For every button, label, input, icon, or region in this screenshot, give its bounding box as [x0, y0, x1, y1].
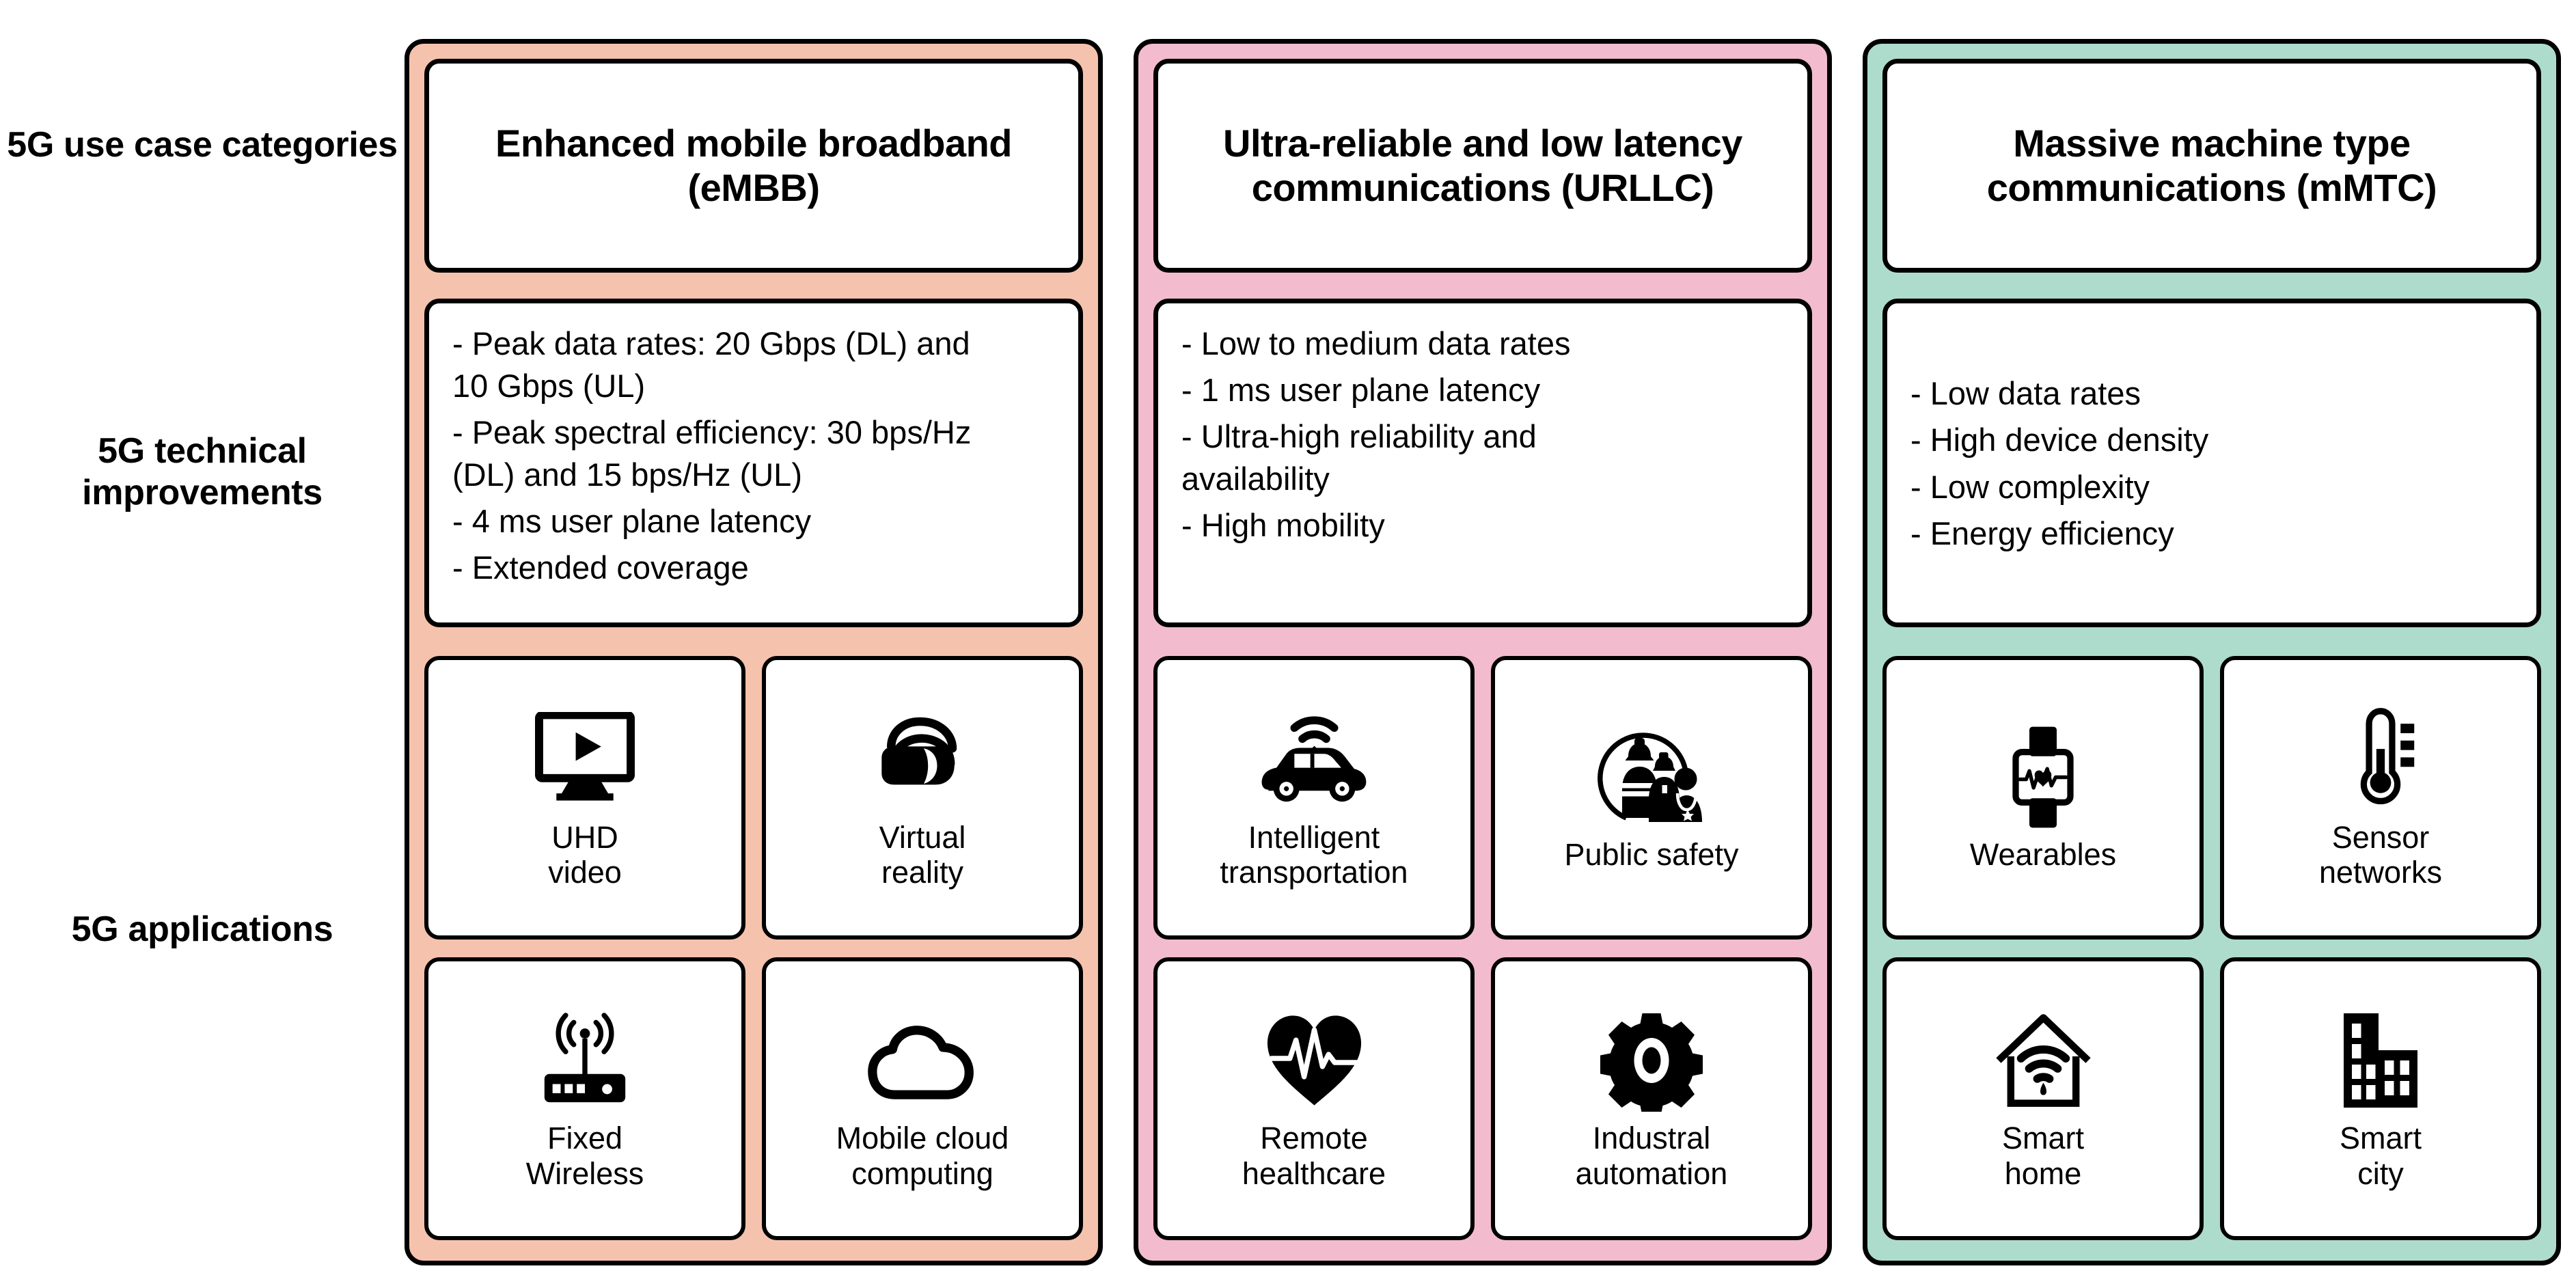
panel-urllc: Ultra-reliable and low latency communica… [1134, 39, 1832, 1265]
app-card-mobile-cloud-computing[interactable]: Mobile cloud computing [762, 957, 1083, 1240]
tech-improvements-embb: - Peak data rates: 20 Gbps (DL) and 10 G… [424, 299, 1083, 627]
app-card-wearables[interactable]: Wearables [1882, 656, 2204, 940]
row-label-use-case-categories: 5G use case categories [7, 125, 398, 165]
app-label: UHD video [548, 819, 622, 890]
thermometer-icon [2340, 705, 2422, 814]
header-card-mmtc: Massive machine type communications (mMT… [1882, 59, 2541, 273]
app-card-uhd-video[interactable]: UHD video [424, 656, 745, 940]
panel-mmtc: Massive machine type communications (mMT… [1863, 39, 2561, 1265]
tech-item: - Low to medium data rates [1181, 325, 1571, 361]
tech-item: - Ultra-high reliability and availabilit… [1181, 418, 1537, 497]
app-card-virtual-reality[interactable]: Virtual reality [762, 656, 1083, 940]
tech-item: - Extended coverage [452, 549, 749, 586]
app-card-fixed-wireless[interactable]: Fixed Wireless [424, 957, 745, 1240]
app-card-intelligent-transportation[interactable]: Intelligent transportation [1153, 656, 1475, 940]
tech-item: - High device density [1910, 422, 2209, 458]
app-label: Sensor networks [2318, 819, 2443, 890]
tech-item: - 1 ms user plane latency [1181, 372, 1541, 409]
header-card-embb: Enhanced mobile broadband (eMBB) [424, 59, 1083, 273]
app-label: Wearables [1969, 837, 2117, 873]
header-title-mmtc: Massive machine type communications (mMT… [1986, 121, 2437, 209]
app-label: Industral automation [1575, 1121, 1728, 1191]
row-label-applications: 5G applications [71, 909, 333, 949]
monitor-play-icon [534, 705, 636, 814]
app-label: Smart home [2001, 1121, 2084, 1191]
smartwatch-heartbeat-icon [2002, 722, 2084, 832]
applications-grid-embb: UHD video Virtual reality Fixed Wireless… [424, 656, 1083, 1240]
cloud-icon [866, 1006, 979, 1115]
header-card-urllc: Ultra-reliable and low latency communica… [1153, 59, 1812, 273]
applications-grid-urllc: Intelligent transportation Public safety… [1153, 656, 1812, 1240]
tech-item: - 4 ms user plane latency [452, 503, 812, 540]
tech-improvements-urllc: - Low to medium data rates - 1 ms user p… [1153, 299, 1812, 627]
heart-pulse-icon [1261, 1006, 1367, 1115]
tech-improvements-mmtc: - Low data rates - High device density -… [1882, 299, 2541, 627]
tech-item: - High mobility [1181, 507, 1385, 544]
app-label: Virtual reality [879, 819, 966, 890]
app-label: Smart city [2339, 1121, 2422, 1191]
tech-item: - Energy efficiency [1910, 515, 2174, 551]
app-card-smart-home[interactable]: Smart home [1882, 957, 2204, 1240]
vr-headset-icon [870, 705, 976, 814]
app-card-public-safety[interactable]: Public safety [1491, 656, 1812, 940]
wireless-router-icon [534, 1006, 636, 1115]
app-card-smart-city[interactable]: Smart city [2220, 957, 2541, 1240]
app-label: Public safety [1564, 837, 1739, 873]
use-case-panels: Enhanced mobile broadband (eMBB) - Peak … [405, 0, 2576, 1288]
tech-item: - Peak data rates: 20 Gbps (DL) and 10 G… [452, 325, 970, 405]
app-label: Mobile cloud computing [836, 1121, 1009, 1191]
house-wifi-icon [1990, 1006, 2096, 1115]
app-card-sensor-networks[interactable]: Sensor networks [2220, 656, 2541, 940]
app-label: Fixed Wireless [525, 1121, 644, 1191]
app-label: Intelligent transportation [1220, 819, 1408, 890]
app-card-industrial-automation[interactable]: Industral automation [1491, 957, 1812, 1240]
app-label: Remote healthcare [1242, 1121, 1386, 1191]
tech-item: - Low complexity [1910, 468, 2150, 505]
header-title-embb: Enhanced mobile broadband (eMBB) [495, 121, 1013, 209]
tech-item: - Low data rates [1910, 375, 2141, 412]
applications-grid-mmtc: Wearables Sensor networks Smart home Sma… [1882, 656, 2541, 1240]
row-label-technical-improvements: 5G technical improvements [82, 431, 323, 513]
gear-icon [1600, 1006, 1703, 1115]
5g-use-case-diagram: 5G use case categories 5G technical impr… [0, 0, 2576, 1288]
city-buildings-icon [2333, 1006, 2428, 1115]
header-title-urllc: Ultra-reliable and low latency communica… [1223, 121, 1742, 209]
tech-item: - Peak spectral efficiency: 30 bps/Hz (D… [452, 414, 972, 493]
panel-embb: Enhanced mobile broadband (eMBB) - Peak … [405, 39, 1103, 1265]
row-label-column: 5G use case categories 5G technical impr… [0, 0, 405, 1288]
connected-car-icon [1255, 705, 1374, 814]
emergency-responders-icon [1595, 722, 1708, 832]
app-card-remote-healthcare[interactable]: Remote healthcare [1153, 957, 1475, 1240]
